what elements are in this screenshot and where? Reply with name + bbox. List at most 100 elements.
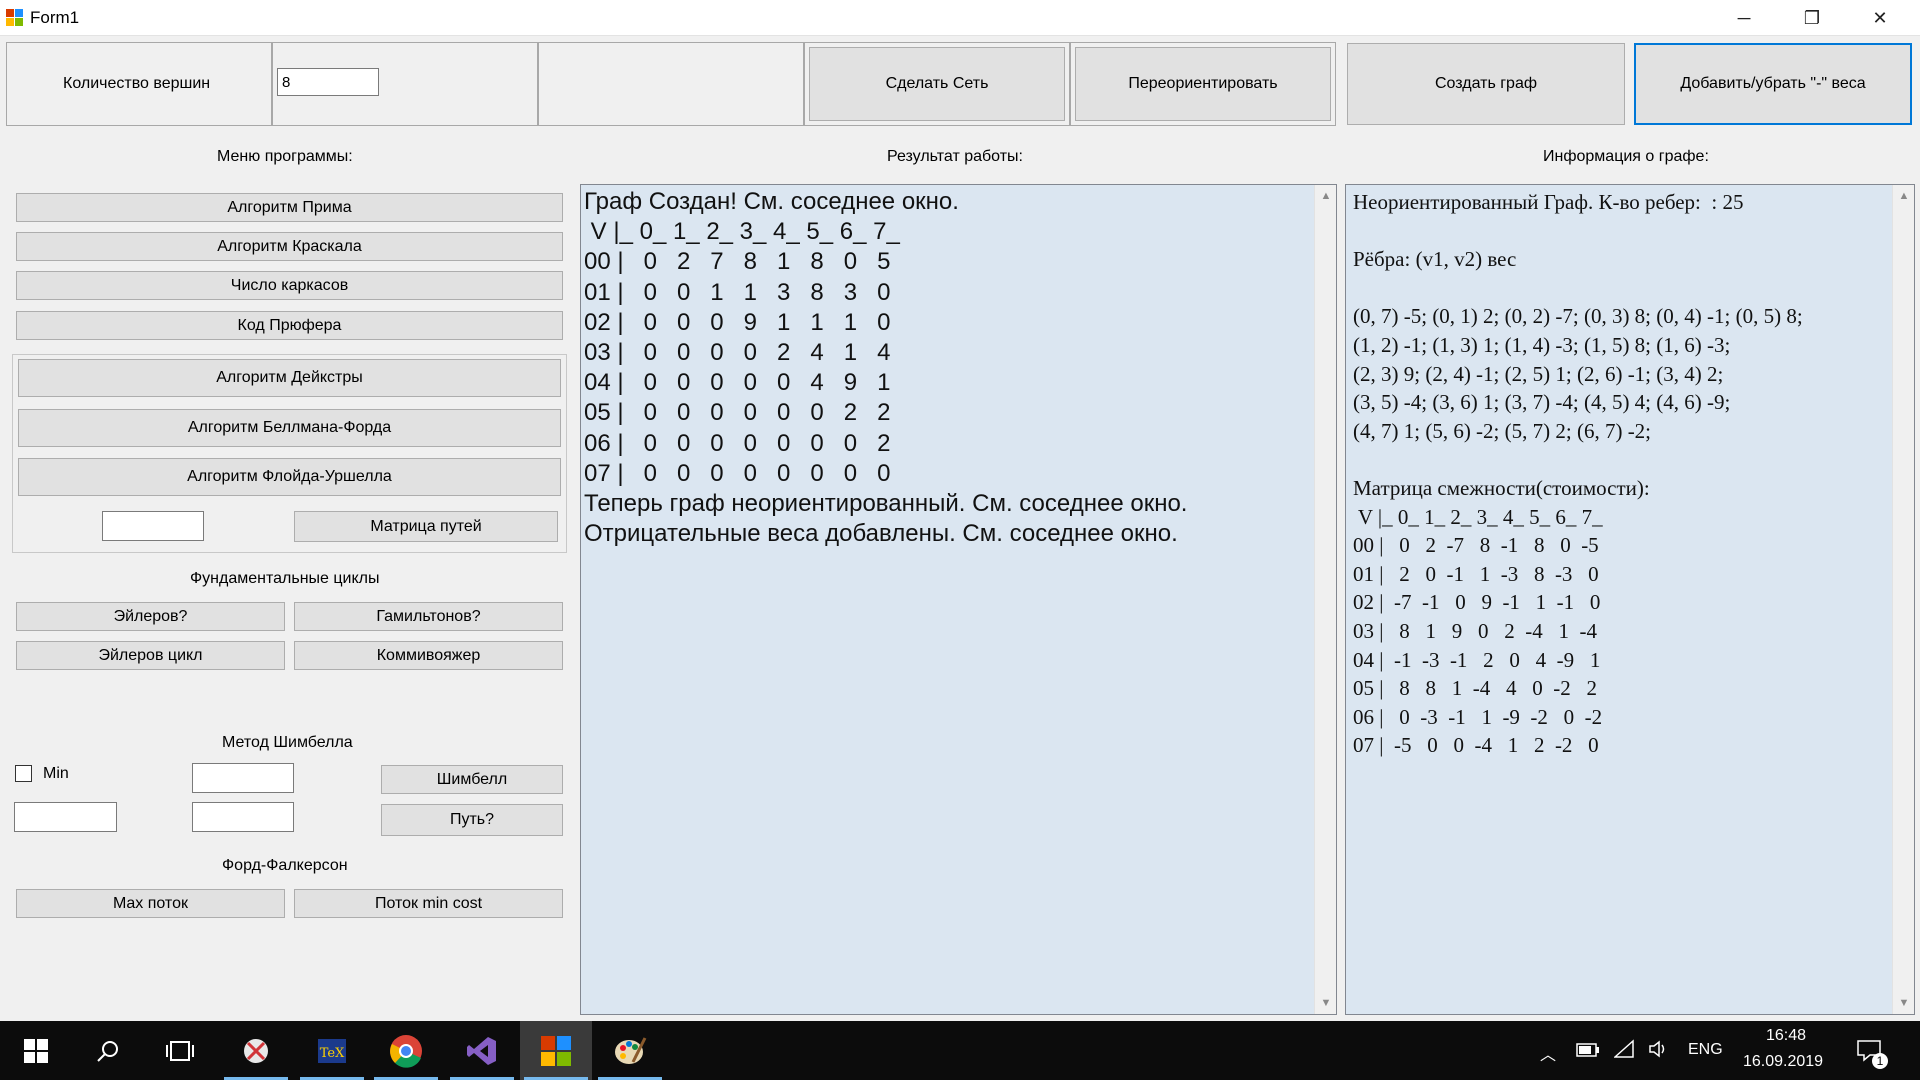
shimbel-button[interactable]: Шимбелл [381,765,563,794]
search-button[interactable] [72,1021,144,1080]
task-view-icon [166,1040,194,1061]
reorient-button[interactable]: Переориентировать [1075,47,1331,121]
taskbar-visual-studio[interactable] [446,1021,518,1080]
windows-logo-icon [24,1038,48,1063]
search-icon [97,1040,118,1062]
shimbel-input-1[interactable] [192,763,294,793]
fundamental-cycles-header: Фундаментальные циклы [190,570,380,587]
info-line: Неориентированный Граф. К-во ребер: : 25 [1353,190,1744,214]
info-line: 04 | -1 -3 -1 2 0 4 -9 1 [1353,647,1601,672]
salesman-button[interactable]: Коммивояжер [294,641,563,670]
info-line: (2, 3) 9; (2, 4) -1; (2, 5) 1; (2, 6) -1… [1353,361,1724,386]
min-cost-flow-button[interactable]: Поток min cost [294,889,563,918]
minimize-button[interactable]: ─ [1710,0,1778,36]
form-app-icon [541,1035,571,1066]
info-line [1353,274,1803,303]
chevron-up-icon[interactable]: ︿ [1540,1041,1556,1065]
result-line: 05 | 0 0 0 0 0 0 2 2 [584,399,891,427]
min-checkbox[interactable] [15,765,32,782]
result-line: Теперь граф неориентированный. См. сосед… [584,490,1188,518]
vertex-input-panel [272,42,538,126]
scroll-up-icon[interactable]: ▲ [1893,185,1914,207]
info-line: V |_ 0_ 1_ 2_ 3_ 4_ 5_ 6_ 7_ [1353,504,1603,529]
result-header: Результат работы: [887,148,1023,165]
hamilton-check-button[interactable]: Гамильтонов? [294,602,563,631]
dijkstra-button[interactable]: Алгоритм Дейкстры [18,359,561,397]
info-line: 02 | -7 -1 0 9 -1 1 -1 0 [1353,590,1601,615]
taskbar-chrome[interactable] [370,1021,442,1080]
path-matrix-button[interactable]: Матрица путей [294,511,558,542]
clock-time[interactable]: 16:48 [1766,1027,1806,1045]
info-line: Рёбра: (v1, v2) вес [1353,247,1517,272]
info-line: 07 | -5 0 0 -4 1 2 -2 0 [1353,733,1599,758]
taskbar-snipping-tool[interactable] [220,1021,292,1080]
info-line: 03 | 8 1 9 0 2 -4 1 -4 [1353,618,1597,643]
info-line [1353,445,1803,474]
window-title: Form1 [30,8,80,27]
shimbel-input-2[interactable] [14,802,117,832]
result-line: Отрицательные веса добавлены. См. соседн… [584,520,1178,548]
info-line: (4, 7) 1; (5, 6) -2; (5, 7) 2; (6, 7) -2… [1353,418,1652,443]
result-line: 00 | 0 2 7 8 1 8 0 5 [584,248,891,276]
close-button[interactable]: ✕ [1846,0,1914,36]
paint-icon [615,1036,647,1064]
result-content: Граф Создан! См. соседнее окно. V |_ 0_ … [584,187,1187,549]
chrome-icon [390,1034,422,1068]
result-line: 02 | 0 0 0 9 1 1 1 0 [584,308,891,336]
vertex-count-input[interactable] [277,68,379,96]
taskbar-form-app[interactable] [520,1021,592,1080]
minimize-icon: ─ [1737,7,1751,28]
floyd-warshall-button[interactable]: Алгоритм Флойда-Уршелла [18,458,561,496]
result-line: V |_ 0_ 1_ 2_ 3_ 4_ 5_ 6_ 7_ [584,218,900,246]
texstudio-icon: TeX [318,1038,346,1063]
result-line: 03 | 0 0 0 0 2 4 1 4 [584,339,891,367]
spanning-count-button[interactable]: Число каркасов [16,271,563,300]
euler-cycle-button[interactable]: Эйлеров цикл [16,641,285,670]
taskbar: TeX ︿ ENG 16:48 16.09.2019 1 [0,1021,1920,1080]
path-query-button[interactable]: Путь? [381,804,563,836]
vertex-count-panel: Количество вершин [6,42,272,126]
path-matrix-input[interactable] [102,511,204,541]
prufer-button[interactable]: Код Прюфера [16,311,563,340]
scroll-down-icon[interactable]: ▼ [1315,992,1336,1014]
taskbar-paint[interactable] [594,1021,666,1080]
result-scrollbar[interactable]: ▲ ▼ [1314,185,1336,1014]
shimbel-input-3[interactable] [192,802,294,832]
snipping-tool-icon [244,1038,268,1063]
clock-date[interactable]: 16.09.2019 [1743,1053,1823,1071]
scroll-down-icon[interactable]: ▼ [1893,992,1914,1014]
max-flow-button[interactable]: Max поток [16,889,285,918]
bellman-ford-button[interactable]: Алгоритм Беллмана-Форда [18,409,561,447]
visual-studio-icon [467,1036,496,1065]
restore-button[interactable]: ❐ [1778,0,1846,36]
result-line: 07 | 0 0 0 0 0 0 0 0 [584,459,891,487]
info-line: 06 | 0 -3 -1 1 -9 -2 0 -2 [1353,704,1603,729]
battery-icon[interactable] [1576,1043,1600,1057]
info-line: Матрица смежности(стоимости): [1353,475,1650,500]
empty-panel [538,42,804,126]
start-button[interactable] [0,1021,72,1080]
make-net-panel: Сделать Сеть [804,42,1070,126]
scroll-up-icon[interactable]: ▲ [1315,185,1336,207]
wifi-icon[interactable] [1614,1039,1636,1059]
result-line: 04 | 0 0 0 0 0 4 9 1 [584,369,891,397]
prim-button[interactable]: Алгоритм Прима [16,193,563,222]
info-line: (0, 7) -5; (0, 1) 2; (0, 2) -7; (0, 3) 8… [1353,304,1803,329]
kruskal-button[interactable]: Алгоритм Краскала [16,232,563,261]
taskbar-texstudio[interactable]: TeX [296,1021,368,1080]
info-textbox[interactable]: Неориентированный Граф. К-во ребер: : 25… [1345,184,1915,1015]
make-net-button[interactable]: Сделать Сеть [809,47,1065,121]
info-scrollbar[interactable]: ▲ ▼ [1892,185,1914,1014]
result-textbox[interactable]: Граф Создан! См. соседнее окно. V |_ 0_ … [580,184,1337,1015]
result-line: 06 | 0 0 0 0 0 0 0 2 [584,429,891,457]
toggle-negative-weights-button[interactable]: Добавить/убрать "-" веса [1634,43,1912,125]
language-indicator[interactable]: ENG [1688,1041,1723,1059]
create-graph-button[interactable]: Создать граф [1347,43,1625,125]
info-content: Неориентированный Граф. К-во ребер: : 25… [1353,188,1803,760]
svg-text:TeX: TeX [320,1046,345,1061]
reorient-panel: Переориентировать [1070,42,1336,126]
info-line: (3, 5) -4; (3, 6) 1; (3, 7) -4; (4, 5) 4… [1353,390,1731,415]
task-view-button[interactable] [144,1021,216,1080]
volume-icon[interactable] [1648,1039,1670,1059]
euler-check-button[interactable]: Эйлеров? [16,602,285,631]
